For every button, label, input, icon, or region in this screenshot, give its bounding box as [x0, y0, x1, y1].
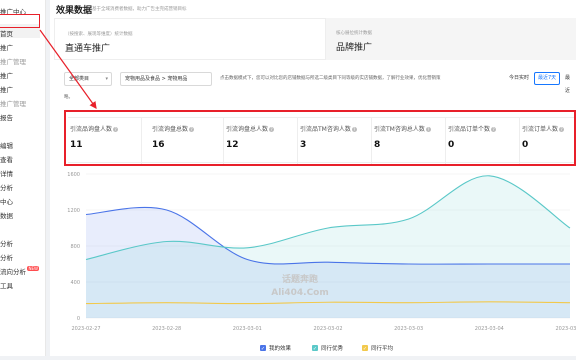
- legend-label: 同行平均: [371, 344, 394, 352]
- filter-bar: 全部类目 ▾ 宠物用品及食品 > 宠物用品 点击数据模式下，您可以对比您的店铺数据…: [60, 72, 576, 88]
- tab-last-7-days[interactable]: 最近7天: [534, 72, 560, 85]
- legend-item[interactable]: ✓ 我的效果: [260, 344, 292, 352]
- promo-card-name: 直通车推广: [65, 41, 110, 54]
- x-tick-label: 2023-03-03: [394, 326, 423, 332]
- watermark-line1: 话题奔跑: [282, 273, 318, 285]
- sidebar-item-analysis-b[interactable]: 分析: [0, 238, 13, 248]
- sidebar-item-analysis-a[interactable]: 分析: [0, 182, 13, 192]
- promo-card-brand[interactable]: 核心展位统计数据 品牌推广: [326, 18, 576, 60]
- x-tick-label: 2023-03-02: [313, 326, 342, 332]
- sidebar-item-flow-label: 流向分析: [0, 268, 26, 276]
- compare-hint-text-cont: 略。: [64, 94, 73, 100]
- sidebar-item-analysis-c[interactable]: 分析: [0, 252, 13, 262]
- sidebar-item-view[interactable]: 查看: [0, 154, 13, 164]
- x-tick-label: 2023-02-28: [152, 326, 181, 332]
- category-select[interactable]: 全部类目 ▾: [64, 72, 112, 86]
- category-select-value: 全部类目: [69, 76, 89, 82]
- sidebar-item-tools[interactable]: 工具: [0, 280, 13, 290]
- sidebar-item-promo-b[interactable]: 推广: [0, 70, 13, 80]
- trend-chart-svg: 0 400 800 1200 1600 2023-02-27 2023-02-28 2023-…: [50, 168, 576, 356]
- legend-item[interactable]: ✓ 同行平均: [362, 344, 394, 352]
- check-icon: ✓: [363, 346, 367, 352]
- page-title: 效果数据: [56, 3, 92, 16]
- sidebar-item-home[interactable]: 首页: [0, 28, 13, 38]
- chevron-down-icon: ▾: [105, 73, 108, 85]
- sidebar-section-promo-manage: 推广管理: [0, 56, 26, 66]
- check-icon: ✓: [313, 346, 317, 352]
- sidebar-item-promo-c[interactable]: 推广: [0, 84, 13, 94]
- tab-today-realtime[interactable]: 今日实时: [506, 72, 532, 85]
- sidebar-highlight-box: [0, 14, 40, 28]
- tab-recent[interactable]: 最近: [562, 72, 576, 85]
- sidebar-item-edit[interactable]: 编辑: [0, 140, 13, 150]
- legend-label: 同行优秀: [321, 344, 344, 352]
- y-tick-label: 0: [77, 316, 80, 322]
- promo-card-caption: 核心展位统计数据: [336, 30, 372, 36]
- x-tick-label: 2023-03-01: [233, 326, 262, 332]
- sidebar-item-data[interactable]: 数据: [0, 210, 13, 220]
- trend-chart: 0 400 800 1200 1600 2023-02-27 2023-02-28 2023-…: [50, 168, 576, 356]
- sidebar-section-manage: 推广管理: [0, 98, 26, 108]
- sidebar-item-report[interactable]: 报告: [0, 112, 13, 122]
- x-tick-label: 2023-02-27: [71, 326, 100, 332]
- promo-card-caption: （按搜索、展现等维度）统计数据: [65, 31, 133, 37]
- new-badge: NEW: [27, 266, 39, 271]
- y-tick-label: 1600: [67, 172, 80, 178]
- y-tick-label: 1200: [67, 208, 80, 214]
- legend-item[interactable]: ✓ 同行优秀: [312, 344, 344, 352]
- promo-card-ztc[interactable]: （按搜索、展现等维度）统计数据 直通车推广: [54, 18, 326, 60]
- legend-label: 我的效果: [269, 344, 292, 352]
- metrics-highlight-box: [64, 110, 576, 166]
- compare-hint-text: 点击数据模式下，您可以对比您的店铺数据与所选二级类目下同等级的实店铺数据，了解行…: [220, 75, 441, 81]
- x-tick-label: 2023-03-04: [475, 326, 504, 332]
- sidebar-item-center[interactable]: 中心: [0, 196, 13, 206]
- promo-card-name: 品牌推广: [336, 40, 372, 53]
- y-tick-label: 800: [70, 244, 80, 250]
- y-tick-label: 400: [70, 280, 80, 286]
- sidebar-item-detail[interactable]: 详情: [0, 168, 13, 178]
- sidebar-item-flow-analysis[interactable]: 流向分析NEW: [0, 266, 39, 276]
- product-select[interactable]: 宠物用品及食品 > 宠物用品: [120, 72, 212, 86]
- product-select-value: 宠物用品及食品 > 宠物用品: [125, 76, 187, 82]
- sidebar: 推广中心 首页 推广 推广管理 推广 推广 推广管理 报告 编辑 查看 详情 分…: [0, 0, 46, 356]
- x-tick-label: 2023-03-05: [555, 326, 576, 332]
- check-icon: ✓: [261, 346, 265, 352]
- watermark-line2: Ali404.Com: [271, 288, 329, 298]
- page-subtitle: 基于全域消费者数据，助力广告主完成营销目标: [92, 6, 187, 12]
- sidebar-item-promo-a[interactable]: 推广: [0, 42, 13, 52]
